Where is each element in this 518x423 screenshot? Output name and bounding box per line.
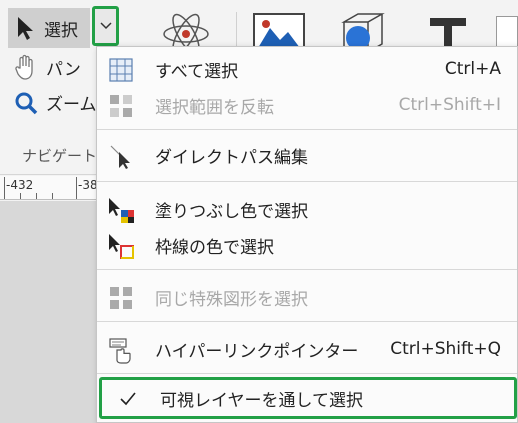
invert-selection-icon <box>110 95 132 117</box>
pan-tool-button[interactable]: パン <box>14 54 81 80</box>
select-dropdown-button[interactable] <box>92 6 119 46</box>
hand-icon <box>15 54 33 80</box>
select-by-stroke-icon <box>109 234 134 259</box>
menu-item-select-all[interactable]: すべて選択 Ctrl+A <box>97 51 517 87</box>
ruler-tick-label: -38 <box>78 178 98 192</box>
select-tool-label: 選択 <box>44 20 78 41</box>
menu-item-direct-path-edit[interactable]: ダイレクトパス編集 <box>97 137 517 173</box>
direct-path-edit-icon <box>110 145 130 169</box>
arrow-pointer-icon <box>18 17 33 40</box>
magnifier-icon <box>15 92 38 114</box>
menu-item-label: ハイパーリンクポインター <box>155 341 359 362</box>
menu-item-shortcut: Ctrl+Shift+I <box>398 95 501 115</box>
pan-tool-label: パン <box>46 59 81 80</box>
select-all-icon <box>109 58 133 82</box>
menu-separator <box>97 181 517 182</box>
ruler-mark <box>52 193 53 199</box>
menu-item-select-by-stroke[interactable]: 枠線の色で選択 <box>97 227 517 263</box>
menu-item-hyperlink-pointer[interactable]: ハイパーリンクポインター Ctrl+Shift+Q <box>97 331 517 367</box>
check-icon <box>120 392 136 406</box>
menu-separator <box>97 129 517 130</box>
menu-item-shortcut: Ctrl+Shift+Q <box>390 339 501 359</box>
menu-separator <box>97 373 517 374</box>
menu-item-shortcut: Ctrl+A <box>444 59 501 79</box>
menu-item-select-same-shape[interactable]: 同じ特殊図形を選択 <box>97 279 517 315</box>
ruler-mark <box>76 177 77 199</box>
menu-separator <box>97 321 517 322</box>
menu-item-select-by-fill[interactable]: 塗りつぶし色で選択 <box>97 191 517 227</box>
menu-item-label: 枠線の色で選択 <box>155 237 274 258</box>
menu-item-label: 可視レイヤーを通して選択 <box>160 390 363 411</box>
ruler-mark <box>20 193 21 199</box>
ruler-mark <box>4 177 5 199</box>
menu-item-select-through-visible-layers[interactable]: 可視レイヤーを通して選択 <box>99 377 517 419</box>
menu-item-label: すべて選択 <box>155 61 239 82</box>
select-same-shape-icon <box>110 287 132 309</box>
menu-separator <box>97 269 517 270</box>
select-options-menu: すべて選択 Ctrl+A 選択範囲を反転 Ctrl+Shift+I ダイレクトパ… <box>96 46 518 423</box>
zoom-tool-label: ズーム <box>46 95 97 115</box>
select-tool-button[interactable]: 選択 <box>8 8 90 48</box>
menu-item-invert-selection[interactable]: 選択範囲を反転 Ctrl+Shift+I <box>97 87 517 123</box>
select-by-fill-icon <box>109 198 134 223</box>
hyperlink-pointer-icon <box>109 338 131 364</box>
ruler-mark <box>36 193 37 199</box>
menu-item-label: 同じ特殊図形を選択 <box>155 289 308 310</box>
zoom-tool-button[interactable]: ズーム <box>14 90 97 115</box>
menu-item-label: ダイレクトパス編集 <box>155 147 308 168</box>
chevron-down-icon <box>99 22 112 30</box>
menu-item-label: 選択範囲を反転 <box>155 97 274 118</box>
navigate-group-label: ナビゲート <box>22 147 98 165</box>
menu-item-label: 塗りつぶし色で選択 <box>155 201 309 222</box>
ruler-tick-label: -432 <box>6 178 34 192</box>
